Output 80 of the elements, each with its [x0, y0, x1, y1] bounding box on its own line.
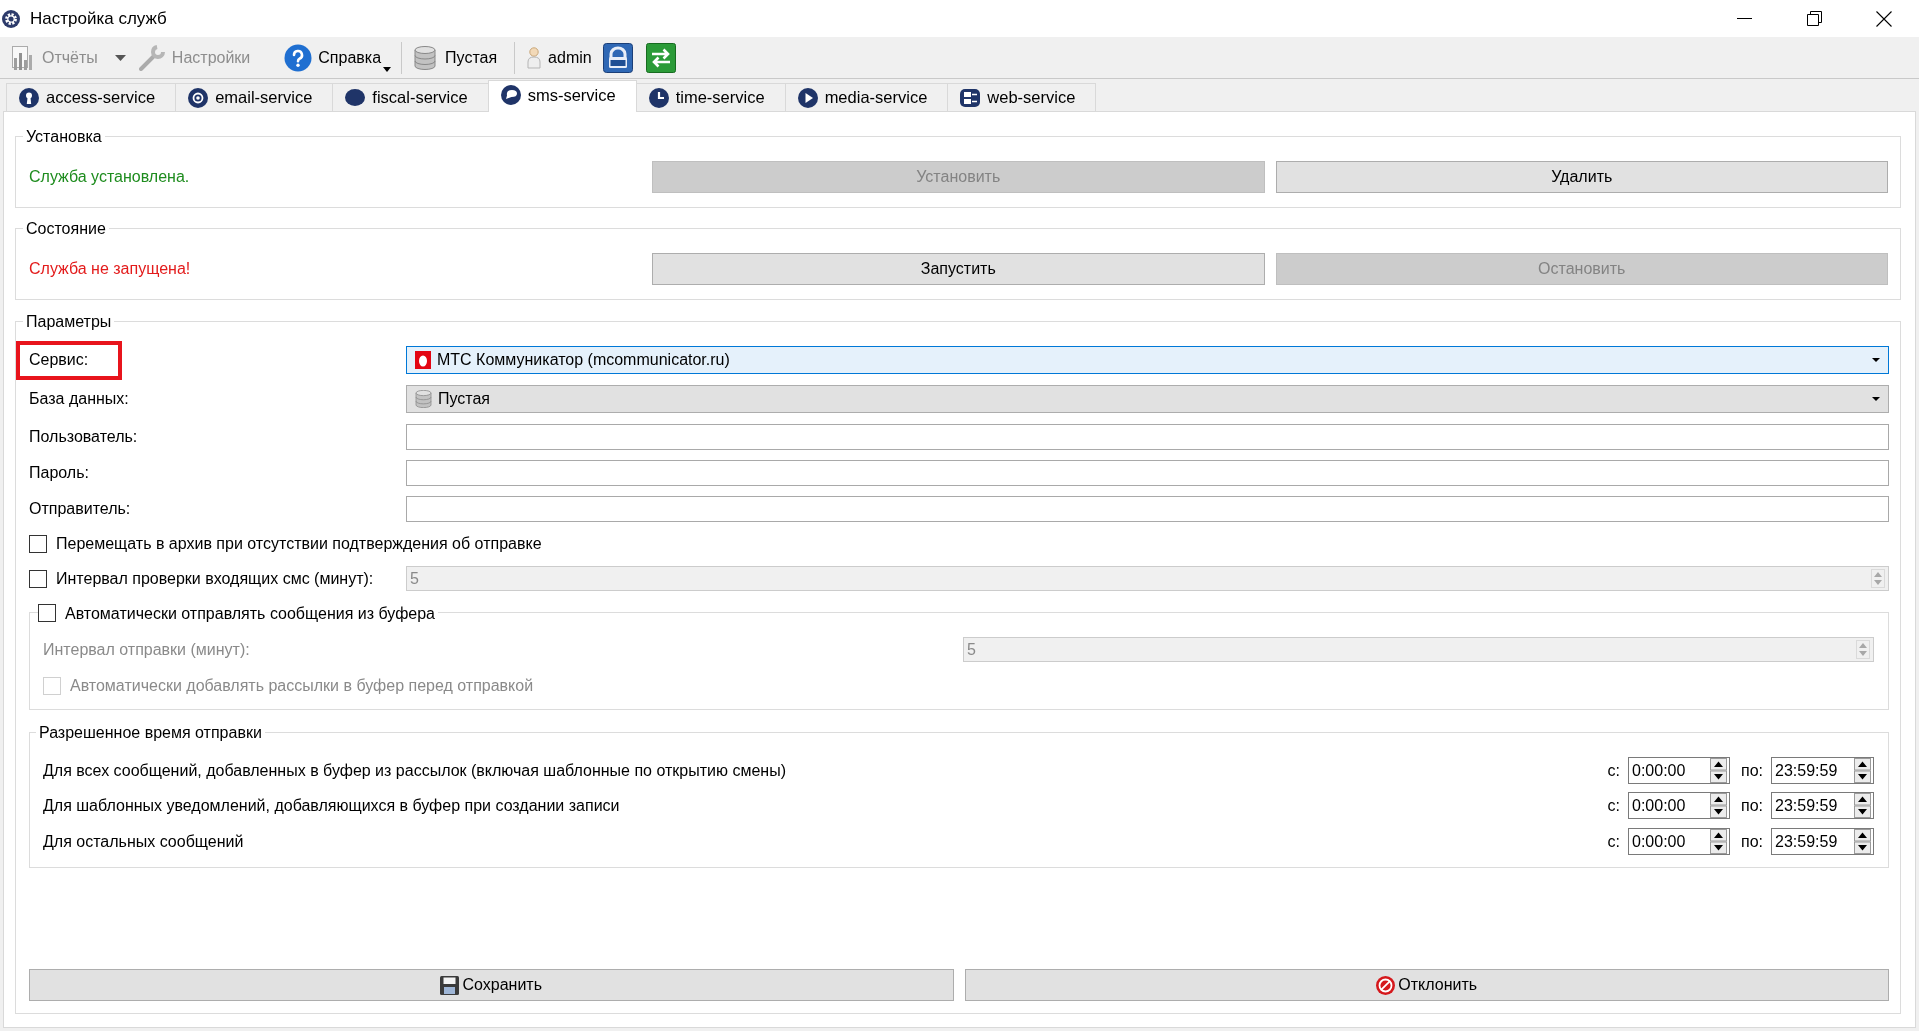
- restore-icon: [1806, 11, 1822, 26]
- field-label: Сервис:: [29, 351, 89, 369]
- cancel-button[interactable]: Отклонить: [964, 969, 1889, 1001]
- logo-icon: [415, 351, 431, 369]
- caret-icon: [1872, 397, 1880, 401]
- minimize-icon: [1736, 18, 1752, 19]
- time-field[interactable]: 23:59:59: [1771, 757, 1874, 784]
- window-title: Настройка служб: [30, 8, 167, 29]
- time-field[interactable]: 0:00:00: [1628, 757, 1730, 784]
- time-field[interactable]: 23:59:59: [1771, 792, 1874, 819]
- help-button[interactable]: Справка: [284, 40, 392, 75]
- group-title: Разрешенное время отправки: [36, 723, 265, 742]
- clock-icon: [648, 87, 669, 108]
- field-label: Интервал отправки (минут):: [43, 640, 251, 659]
- time-field[interactable]: 0:00:00: [1628, 828, 1730, 855]
- time-field[interactable]: 23:59:59: [1771, 828, 1874, 855]
- caret-icon: [383, 66, 392, 72]
- start-button[interactable]: Запустить: [652, 253, 1265, 285]
- service-dropdown[interactable]: МТС Коммуникатор (mcommunicator.ru): [406, 346, 1889, 374]
- checkbox[interactable]: [29, 569, 47, 588]
- wrench-icon: [137, 43, 166, 72]
- to-label: по:: [1741, 796, 1763, 815]
- swap-arrows-icon[interactable]: [645, 42, 676, 73]
- checkbox-label: Перемещать в архив при отсутствии подтверждения об отправке: [56, 535, 542, 553]
- keyhole-icon: [19, 87, 39, 108]
- spin-arrows-icon[interactable]: [1854, 829, 1871, 854]
- spin-arrows-icon[interactable]: [1710, 829, 1727, 854]
- to-label: по:: [1741, 832, 1763, 851]
- text-field[interactable]: [406, 424, 1889, 450]
- server-icon: [960, 88, 981, 107]
- uninstall-button[interactable]: Удалить: [1275, 161, 1888, 193]
- tab[interactable]: email-service: [175, 83, 334, 111]
- spin-arrows-icon[interactable]: [1710, 793, 1727, 818]
- spin-arrows-icon[interactable]: [1854, 758, 1871, 783]
- prohibition-icon: [1376, 975, 1396, 995]
- caret-icon[interactable]: [114, 54, 126, 61]
- text-field[interactable]: [406, 460, 1889, 486]
- status-text: Служба установлена.: [29, 168, 191, 186]
- text-field[interactable]: [406, 496, 1889, 522]
- database-button[interactable]: Пустая: [414, 40, 498, 75]
- checkbox[interactable]: [29, 535, 47, 553]
- field-label: Пароль:: [29, 464, 89, 482]
- oval-icon: [345, 89, 366, 106]
- database-dropdown[interactable]: Пустая: [406, 385, 1889, 413]
- checkbox[interactable]: [38, 604, 56, 622]
- row-label: Для остальных сообщений: [43, 832, 245, 851]
- status-text: Служба не запущена!: [29, 260, 192, 278]
- group-title: Параметры: [23, 312, 115, 331]
- ring-icon: [188, 87, 209, 108]
- spin-arrows-icon[interactable]: [1854, 793, 1871, 818]
- time-field[interactable]: 0:00:00: [1628, 792, 1730, 819]
- checkbox-label: Интервал проверки входящих смс (минут):: [56, 569, 374, 588]
- caret-icon: [1872, 358, 1880, 362]
- tab[interactable]: media-service: [784, 83, 949, 111]
- person-icon: [527, 46, 542, 69]
- close-icon: [1876, 10, 1892, 27]
- help-icon: [284, 43, 313, 72]
- speech-bubble-icon: [500, 85, 521, 105]
- row-label: Для шаблонных уведомлений, добавляющихся в буфер при создании записи: [43, 796, 621, 815]
- tab[interactable]: sms-service: [487, 80, 637, 112]
- database-icon: [414, 45, 437, 70]
- spin-arrows-icon[interactable]: [1710, 758, 1727, 783]
- tab[interactable]: web-service: [947, 83, 1097, 111]
- database-icon: [415, 390, 432, 408]
- play-icon: [797, 87, 818, 108]
- tab[interactable]: time-service: [635, 83, 786, 111]
- field-label: Отправитель:: [29, 500, 131, 518]
- from-label: с:: [1607, 832, 1620, 851]
- from-label: с:: [1607, 796, 1620, 815]
- checkbox-label: Автоматически отправлять сообщения из буфера: [56, 603, 438, 623]
- to-label: по:: [1741, 761, 1763, 780]
- tab[interactable]: access-service: [6, 83, 177, 111]
- field-label: База данных:: [29, 390, 129, 408]
- field-label: Пользователь:: [29, 428, 138, 446]
- from-label: с:: [1607, 761, 1620, 780]
- save-button[interactable]: Сохранить: [29, 969, 954, 1001]
- checkbox-label: Автоматически добавлять рассылки в буфер перед отправкой: [70, 677, 534, 695]
- padlock-icon[interactable]: [602, 42, 633, 73]
- user-button[interactable]: admin: [527, 40, 592, 75]
- row-label: Для всех сообщений, добавленных в буфер из рассылок (включая шаблонные по открытию смены): [43, 761, 787, 780]
